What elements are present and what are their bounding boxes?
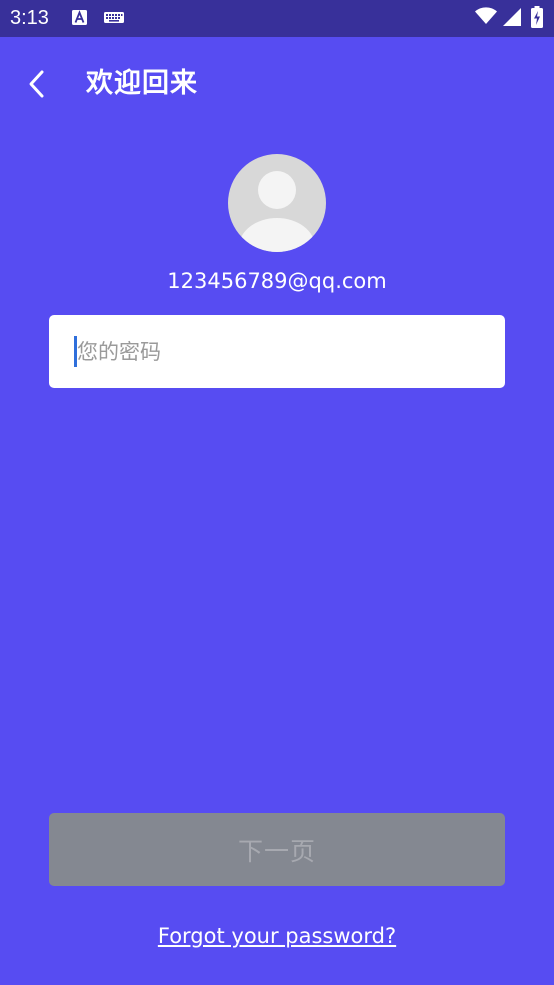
a-notification-icon bbox=[72, 10, 87, 25]
password-input[interactable] bbox=[74, 333, 484, 371]
password-field[interactable] bbox=[49, 315, 505, 388]
next-button[interactable]: 下一页 bbox=[49, 813, 505, 886]
account-email: 123456789@qq.com bbox=[167, 269, 387, 293]
back-button[interactable] bbox=[14, 62, 58, 106]
page-title: 欢迎回来 bbox=[86, 68, 198, 99]
keyboard-icon bbox=[104, 12, 124, 23]
status-time: 3:13 bbox=[10, 7, 49, 29]
avatar bbox=[228, 154, 326, 252]
wifi-icon bbox=[475, 7, 497, 24]
battery-charging-icon bbox=[531, 6, 543, 28]
default-user-avatar-icon bbox=[239, 171, 315, 252]
forgot-password-link[interactable]: Forgot your password? bbox=[0, 920, 554, 952]
text-cursor bbox=[74, 336, 77, 367]
cell-signal-icon bbox=[503, 8, 521, 26]
status-bar: 3:13 bbox=[0, 0, 554, 37]
chevron-left-icon bbox=[29, 70, 44, 98]
